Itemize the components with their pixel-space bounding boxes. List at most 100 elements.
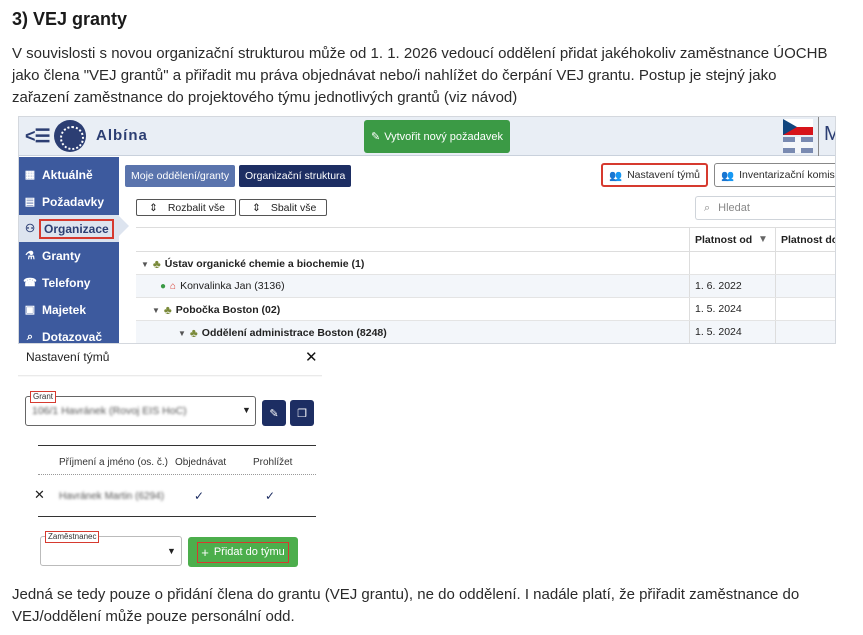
edit-grant-button[interactable]: ✎ bbox=[262, 400, 286, 426]
group-icon: 👥 bbox=[721, 169, 735, 182]
sidebar-item-label: Majetek bbox=[42, 302, 87, 317]
people-icon: 👥 bbox=[609, 169, 623, 182]
phone-icon: ☎ bbox=[23, 276, 37, 289]
czech-flag-icon[interactable] bbox=[783, 119, 813, 135]
row-valid-to bbox=[775, 275, 835, 297]
grid-header: Platnost od ▼ Platnost do ▼ bbox=[136, 227, 835, 252]
table-divider bbox=[38, 516, 316, 517]
tab-org-structure[interactable]: Organizační struktura bbox=[239, 165, 352, 187]
view-checkmark-icon[interactable]: ✓ bbox=[265, 489, 275, 503]
app-screenshot: <☰ Albína ✎ Vytvořit nový požadavek M ▦ … bbox=[18, 116, 836, 344]
expand-all-button[interactable]: ⇕ Rozbalit vše bbox=[136, 199, 237, 216]
group-icon: ♣ bbox=[163, 303, 172, 317]
intro-line: jako člena "VEJ grantů" a přiřadit mu pr… bbox=[12, 67, 777, 84]
sidebar-item-label: Dotazovač bbox=[42, 329, 103, 344]
app-name: Albína bbox=[96, 127, 148, 144]
collapse-caret-icon[interactable]: ▼ bbox=[152, 306, 160, 315]
row-valid-from: 1. 5. 2024 bbox=[689, 321, 775, 343]
search-icon: ⌕ bbox=[704, 201, 711, 214]
table-row[interactable]: ▼ ♣ Pobočka Boston (02) 1. 5. 2024 bbox=[136, 298, 835, 321]
header-divider bbox=[818, 117, 819, 156]
column-view: Prohlížet bbox=[253, 457, 293, 468]
row-name: Oddělení administrace Boston (8248) bbox=[201, 327, 387, 339]
institute-logo-icon bbox=[54, 120, 86, 152]
inventory-committee-button[interactable]: 👥 Inventarizační komise bbox=[714, 163, 835, 187]
sidebar-item-dotazovac[interactable]: ⌕ Dotazovač bbox=[19, 323, 119, 344]
tab-my-departments[interactable]: Moje oddělení/granty bbox=[125, 165, 236, 187]
add-to-team-label: Přidat do týmu bbox=[213, 546, 285, 558]
team-settings-label: Nastavení týmů bbox=[627, 169, 701, 181]
search-icon: ⌕ bbox=[26, 330, 34, 343]
sidebar-item-label: Organizace bbox=[39, 218, 114, 239]
intro-line: zařazení zaměstnance do projektového tým… bbox=[12, 89, 518, 106]
row-valid-from: 1. 5. 2024 bbox=[689, 298, 775, 320]
chevron-down-icon[interactable]: ▼ bbox=[167, 546, 176, 556]
grant-value: 106/1 Havránek (Rovoj EIS HoC) bbox=[32, 405, 187, 417]
close-icon[interactable]: ✕ bbox=[305, 348, 318, 366]
team-settings-button[interactable]: 👥 Nastavení týmů bbox=[601, 163, 709, 187]
column-valid-to[interactable]: Platnost do ▼ bbox=[775, 228, 835, 252]
home-icon: ⌂ bbox=[170, 280, 177, 292]
table-row[interactable]: ▼ ♣ Ústav organické chemie a biochemie (… bbox=[136, 252, 835, 275]
collapse-icon: ⇕ bbox=[252, 201, 261, 214]
row-valid-to bbox=[775, 252, 835, 274]
flask-icon: ⚗ bbox=[25, 249, 35, 262]
column-name: Příjmení a jméno (os. č.) bbox=[59, 457, 168, 468]
dialog-divider bbox=[18, 375, 322, 377]
remove-member-icon[interactable]: ✕ bbox=[34, 487, 45, 503]
search-input[interactable]: ⌕ Hledat bbox=[695, 196, 835, 220]
table-row[interactable]: ▼ ♣ Oddělení administrace Boston (8248) … bbox=[136, 321, 835, 343]
filter-icon[interactable]: ▼ bbox=[758, 234, 768, 245]
column-order: Objednávat bbox=[175, 457, 227, 468]
create-request-button[interactable]: ✎ Vytvořit nový požadavek bbox=[364, 120, 510, 153]
plus-icon: + bbox=[201, 544, 209, 560]
sidebar-item-majetek[interactable]: ▣ Majetek bbox=[19, 296, 119, 323]
row-name: Ústav organické chemie a biochemie (1) bbox=[164, 258, 365, 270]
row-valid-to bbox=[775, 321, 835, 343]
document-icon: ▤ bbox=[24, 195, 36, 208]
outro-line: Jedná se tedy pouze o přidání člena do g… bbox=[12, 586, 800, 603]
header-divider bbox=[38, 474, 316, 475]
collapse-caret-icon[interactable]: ▼ bbox=[178, 329, 186, 338]
intro-paragraph: V souvislosti s novou organizační strukt… bbox=[12, 43, 852, 109]
sidebar-item-granty[interactable]: ⚗ Granty bbox=[19, 242, 119, 269]
chevron-down-icon[interactable]: ▼ bbox=[242, 405, 251, 415]
sidebar-item-telefony[interactable]: ☎ Telefony bbox=[19, 269, 119, 296]
collapse-all-button[interactable]: ⇕ Sbalit vše bbox=[239, 199, 328, 216]
copy-grant-button[interactable]: ❐ bbox=[290, 400, 314, 426]
order-checkmark-icon[interactable]: ✓ bbox=[194, 489, 204, 503]
sidebar: ▦ Aktuálně ▤ Požadavky ⚇ Organizace ⚗ Gr… bbox=[19, 157, 119, 344]
sidebar-item-pozadavky[interactable]: ▤ Požadavky bbox=[19, 188, 119, 215]
sidebar-item-aktualne[interactable]: ▦ Aktuálně bbox=[19, 161, 119, 188]
user-menu-cut[interactable]: M bbox=[824, 123, 835, 146]
collapse-caret-icon[interactable]: ▼ bbox=[141, 260, 149, 269]
employee-select[interactable]: Zaměstnanec ▼ bbox=[40, 531, 182, 566]
grant-select[interactable]: Grant 106/1 Havránek (Rovoj EIS HoC) ▼ bbox=[25, 391, 256, 426]
org-chart-icon: ⚇ bbox=[25, 222, 35, 235]
row-name: Pobočka Boston (02) bbox=[175, 304, 281, 316]
table-row[interactable]: ● ⌂ Konvalinka Jan (3136) 1. 6. 2022 bbox=[136, 275, 835, 298]
grant-label: Grant bbox=[30, 391, 57, 403]
column-label: Platnost od bbox=[695, 234, 753, 246]
uk-flag-icon[interactable] bbox=[783, 137, 813, 153]
sidebar-item-label: Aktuálně bbox=[42, 167, 93, 182]
group-icon: ♣ bbox=[152, 257, 161, 271]
copy-icon: ❐ bbox=[297, 407, 307, 420]
sidebar-item-label: Telefony bbox=[42, 275, 91, 290]
dialog-title: Nastavení týmů bbox=[26, 350, 110, 364]
collapse-all-label: Sbalit vše bbox=[270, 201, 317, 214]
employee-label: Zaměstnanec bbox=[45, 531, 100, 543]
outro-paragraph: Jedná se tedy pouze o přidání člena do g… bbox=[12, 584, 852, 628]
language-switcher[interactable] bbox=[783, 119, 815, 153]
expand-icon: ⇕ bbox=[149, 201, 158, 214]
menu-toggle-icon[interactable]: <☰ bbox=[25, 126, 51, 147]
table-divider bbox=[38, 445, 316, 446]
add-to-team-button[interactable]: + Přidat do týmu bbox=[188, 537, 298, 567]
row-valid-to bbox=[775, 298, 835, 320]
group-icon: ♣ bbox=[189, 326, 198, 340]
sidebar-item-organizace[interactable]: ⚇ Organizace bbox=[19, 215, 119, 242]
row-name: Konvalinka Jan (3136) bbox=[180, 280, 285, 292]
outro-line: VEJ/oddělení může pouze personální odd. bbox=[12, 608, 295, 625]
person-icon: ● bbox=[160, 280, 167, 292]
column-valid-from[interactable]: Platnost od ▼ bbox=[689, 228, 775, 252]
